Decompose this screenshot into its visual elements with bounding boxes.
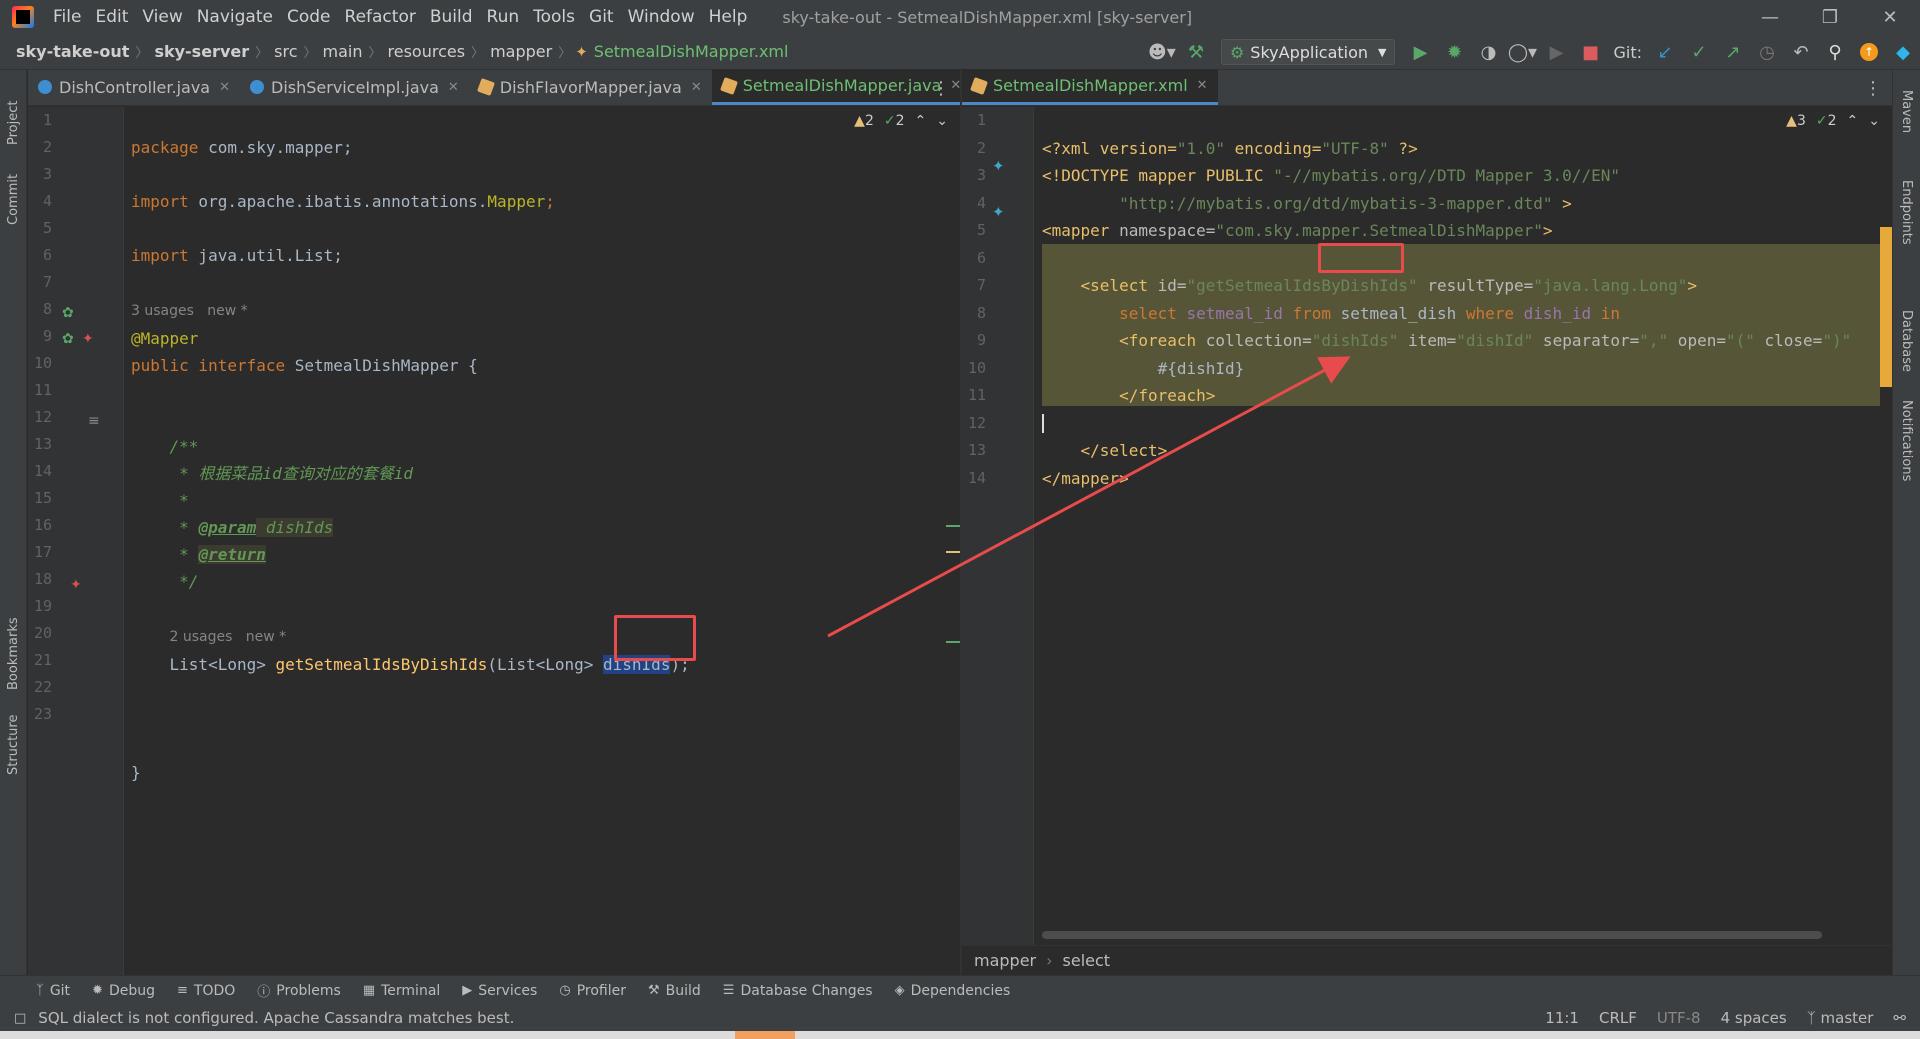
file-encoding[interactable]: UTF-8 [1657,1009,1701,1027]
panel-toggle-icon[interactable]: □ [14,1011,26,1026]
git-branch[interactable]: ᛉ master [1807,1009,1874,1027]
lock-icon[interactable]: ⚯ [1893,1009,1906,1027]
tool-database-changes[interactable]: ☰ Database Changes [723,983,873,999]
tool-problems[interactable]: ⓘ Problems [257,981,341,1001]
line-separator[interactable]: CRLF [1599,1009,1637,1027]
tool-build[interactable]: ⚒ Build [648,983,701,999]
dependencies-icon: ◈ [894,983,905,998]
database-icon: ☰ [722,983,735,998]
tool-services[interactable]: ▶ Services [462,983,537,999]
status-message[interactable]: SQL dialect is not configured. Apache Ca… [38,1009,514,1027]
profiler-icon: ◷ [559,983,571,998]
hammer-icon: ⚒ [647,983,660,998]
caret-position[interactable]: 11:1 [1545,1009,1579,1027]
tool-git[interactable]: ᛉ Git [36,983,70,999]
git-branch-icon: ᛉ [36,983,44,998]
bottom-tool-bar: ᛉ Git ✹ Debug ≡ TODO ⓘ Problems ▦ Terminal ▶ S… [0,975,1920,1005]
terminal-icon: ▦ [362,983,376,998]
taskbar-strip [0,1031,1920,1039]
annotation-arrow [827,356,1351,638]
tool-debug[interactable]: ✹ Debug [92,983,155,999]
tool-terminal[interactable]: ▦ Terminal [363,983,440,999]
tool-profiler[interactable]: ◷ Profiler [559,983,626,999]
bug-icon: ✹ [92,983,103,998]
indent-setting[interactable]: 4 spaces [1721,1009,1787,1027]
services-icon: ▶ [462,983,473,998]
tool-dependencies[interactable]: ◈ Dependencies [895,983,1011,999]
list-icon: ≡ [177,983,188,998]
tool-todo[interactable]: ≡ TODO [177,983,235,999]
status-bar: □ SQL dialect is not configured. Apache … [0,1005,1920,1031]
info-icon: ⓘ [257,985,271,1000]
branch-icon: ᛉ [1806,1009,1821,1027]
